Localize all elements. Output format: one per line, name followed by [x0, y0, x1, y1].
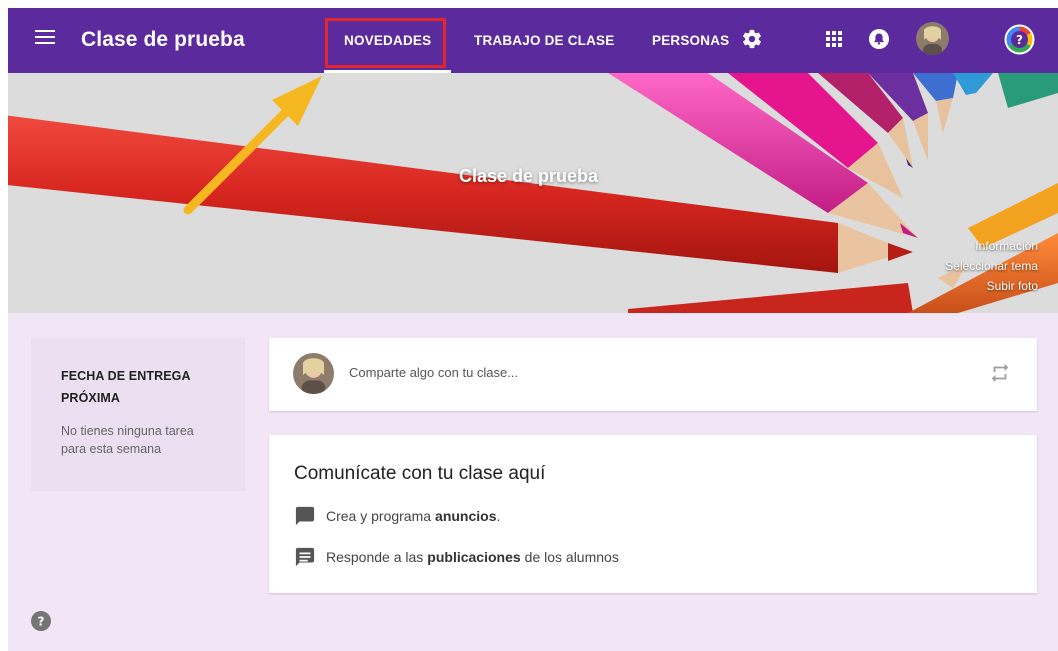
banner-title: Clase de prueba: [459, 166, 599, 186]
reply-hint-text: Responde a las: [326, 549, 424, 565]
due-text-line1: No tienes ninguna tarea: [61, 424, 194, 438]
reply-hint-end: de los alumnos: [524, 549, 619, 565]
announcement-hint-end: .: [496, 508, 501, 524]
share-input[interactable]: Comparte algo con tu clase...: [349, 365, 518, 380]
svg-text:?: ?: [1016, 33, 1023, 47]
reply-hint-bold: publicaciones: [427, 549, 521, 565]
tab-trabajo-de-clase[interactable]: TRABAJO DE CLASE: [474, 33, 614, 48]
notification-bell-icon[interactable]: [868, 28, 890, 50]
upcoming-due-card: FECHA DE ENTREGA PRÓXIMA No tienes ningu…: [31, 338, 245, 491]
due-title: FECHA DE ENTREGA PRÓXIMA: [61, 365, 215, 409]
svg-text:?: ?: [38, 615, 45, 629]
help-icon[interactable]: ?: [1004, 24, 1035, 55]
banner-link-subir-foto[interactable]: Subir foto: [987, 279, 1038, 293]
comment-icon: [295, 547, 315, 567]
chat-bubble-icon: [295, 506, 315, 526]
tab-personas[interactable]: PERSONAS: [652, 33, 729, 48]
repost-icon[interactable]: [989, 362, 1011, 384]
app-bar: Clase de prueba NOVEDADES TRABAJO DE CLA…: [8, 8, 1058, 73]
banner-link-informacion[interactable]: Información: [975, 239, 1038, 253]
classroom-page: Clase de prueba NOVEDADES TRABAJO DE CLA…: [8, 8, 1058, 651]
communicate-card: Comunícate con tu clase aquí Crea y prog…: [269, 435, 1037, 593]
gear-icon[interactable]: [741, 28, 763, 50]
reply-hint: Responde a las publicaciones de los alumno…: [294, 547, 619, 567]
announcement-hint-bold: anuncios: [435, 508, 497, 524]
apps-grid-icon[interactable]: [824, 29, 844, 49]
due-empty-text: No tienes ninguna tarea para esta semana: [61, 422, 215, 458]
due-title-line1: FECHA DE ENTREGA: [61, 369, 191, 383]
avatar[interactable]: [916, 22, 949, 55]
class-banner: Clase de prueba Información Seleccionar …: [8, 73, 1058, 313]
announcement-hint-text: Crea y programa: [326, 508, 432, 524]
banner-link-seleccionar-tema[interactable]: Seleccionar tema: [945, 259, 1038, 273]
communicate-title: Comunícate con tu clase aquí: [294, 463, 546, 484]
pencils-banner-image: [8, 73, 1058, 313]
annotation-arrow: [183, 76, 322, 215]
avatar: [293, 353, 334, 394]
due-title-line2: PRÓXIMA: [61, 391, 121, 405]
announcement-hint: Crea y programa anuncios.: [294, 506, 500, 526]
menu-icon[interactable]: [35, 30, 55, 48]
share-box[interactable]: Comparte algo con tu clase...: [269, 338, 1037, 411]
class-title[interactable]: Clase de prueba: [81, 28, 245, 52]
due-text-line2: para esta semana: [61, 442, 162, 456]
highlight-box: [325, 18, 446, 68]
help-icon[interactable]: ?: [31, 611, 51, 631]
